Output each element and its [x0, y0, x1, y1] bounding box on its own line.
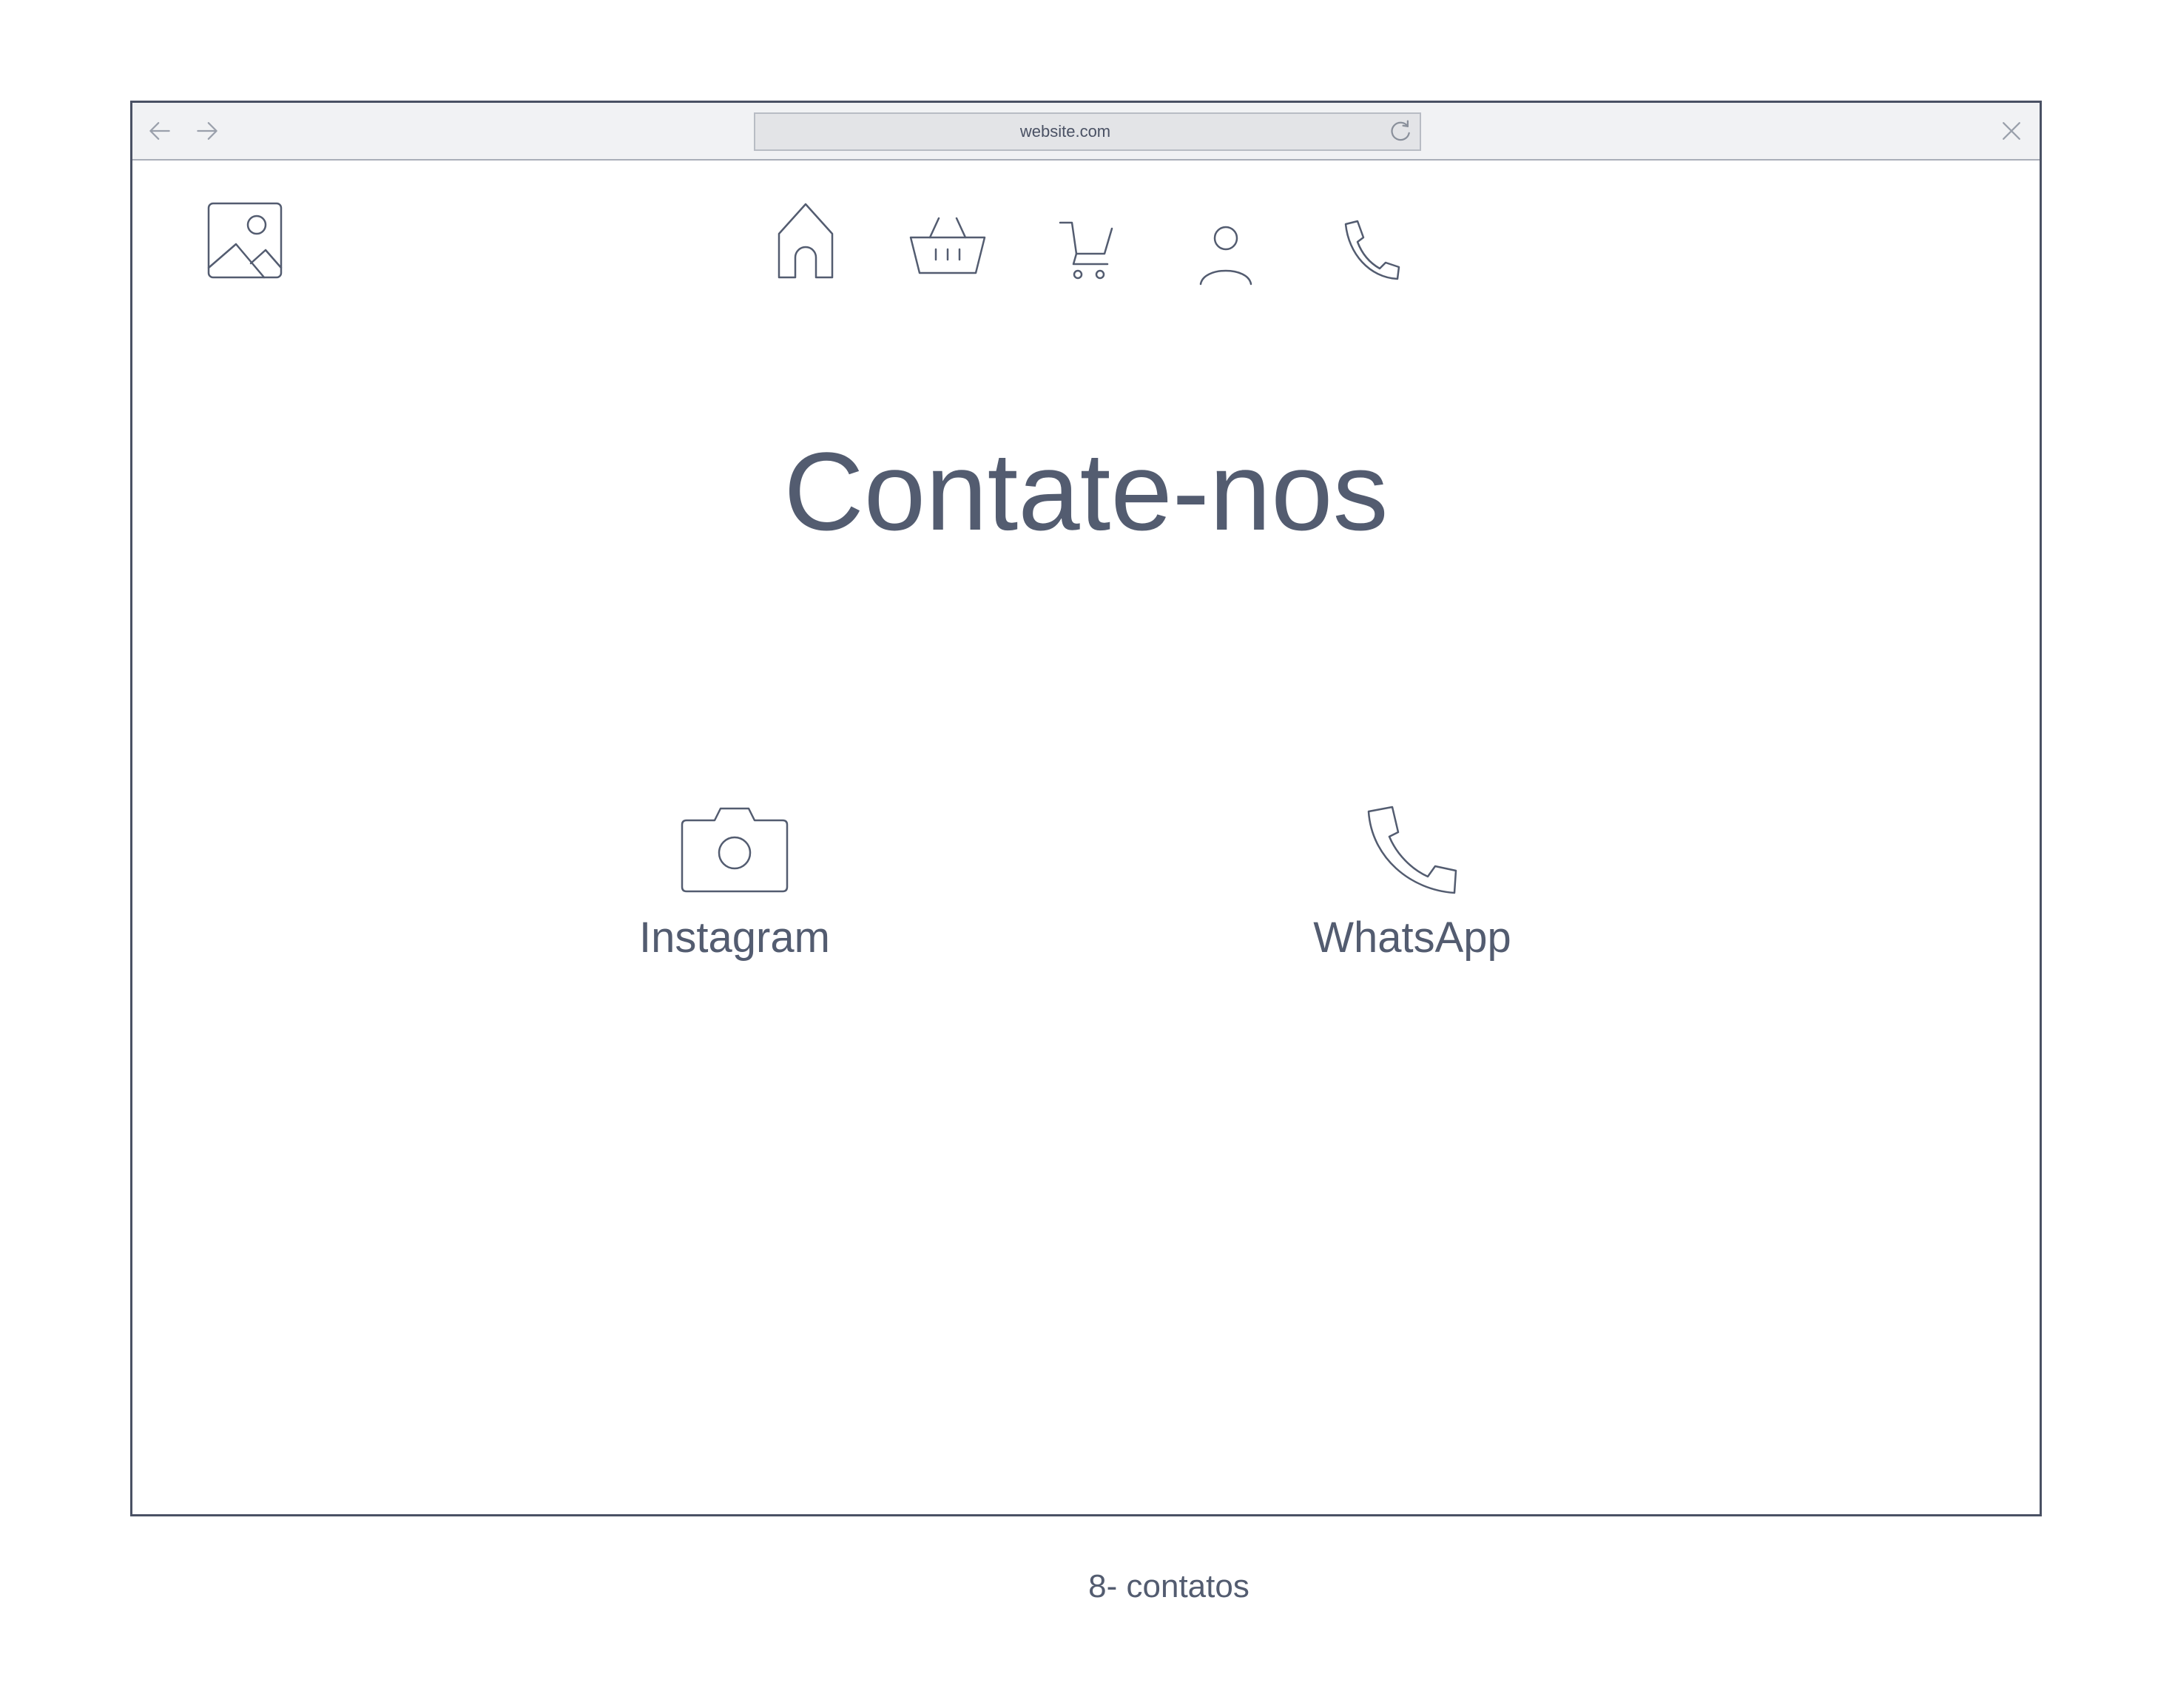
home-icon: [778, 203, 834, 279]
nav-cart[interactable]: [1059, 220, 1115, 280]
phone-icon: [1344, 220, 1400, 280]
basket-icon: [909, 217, 986, 274]
url-text: website.com: [1019, 122, 1111, 141]
image-placeholder-icon: [207, 202, 283, 279]
instagram-link-icon: [679, 806, 790, 894]
contact-whatsapp[interactable]: WhatsApp: [1257, 806, 1568, 964]
back-button[interactable]: [146, 118, 174, 144]
screen-caption: 8- contatos: [1088, 1568, 1249, 1604]
close-icon: [2003, 122, 2020, 140]
cart-icon: [1059, 221, 1113, 280]
nav-home[interactable]: [776, 201, 835, 281]
nav-user[interactable]: [1198, 223, 1254, 286]
browser-toolbar: website.com: [132, 103, 2040, 161]
nav-basket[interactable]: [908, 215, 988, 276]
reload-button[interactable]: [1387, 118, 1414, 145]
address-bar[interactable]: website.com: [754, 112, 1421, 151]
user-icon: [1199, 226, 1252, 286]
close-button[interactable]: [1998, 118, 2025, 144]
nav-phone[interactable]: [1343, 220, 1400, 280]
forward-button[interactable]: [193, 118, 221, 144]
reload-icon: [1391, 120, 1410, 141]
page-title: Contate-nos: [783, 429, 1389, 553]
arrow-right-icon: [197, 122, 217, 140]
contact-instagram[interactable]: Instagram: [579, 806, 890, 964]
camera-icon: [681, 807, 789, 893]
contact-label-whatsapp: WhatsApp: [1313, 914, 1511, 962]
contact-label-instagram: Instagram: [639, 914, 830, 962]
whatsapp-link-icon: [1364, 806, 1460, 894]
arrow-left-icon: [149, 122, 170, 140]
logo[interactable]: [206, 201, 283, 280]
phone-icon: [1367, 806, 1457, 894]
browser-window: website.com Contate-nos Instagram WhatsA…: [130, 101, 2042, 1516]
